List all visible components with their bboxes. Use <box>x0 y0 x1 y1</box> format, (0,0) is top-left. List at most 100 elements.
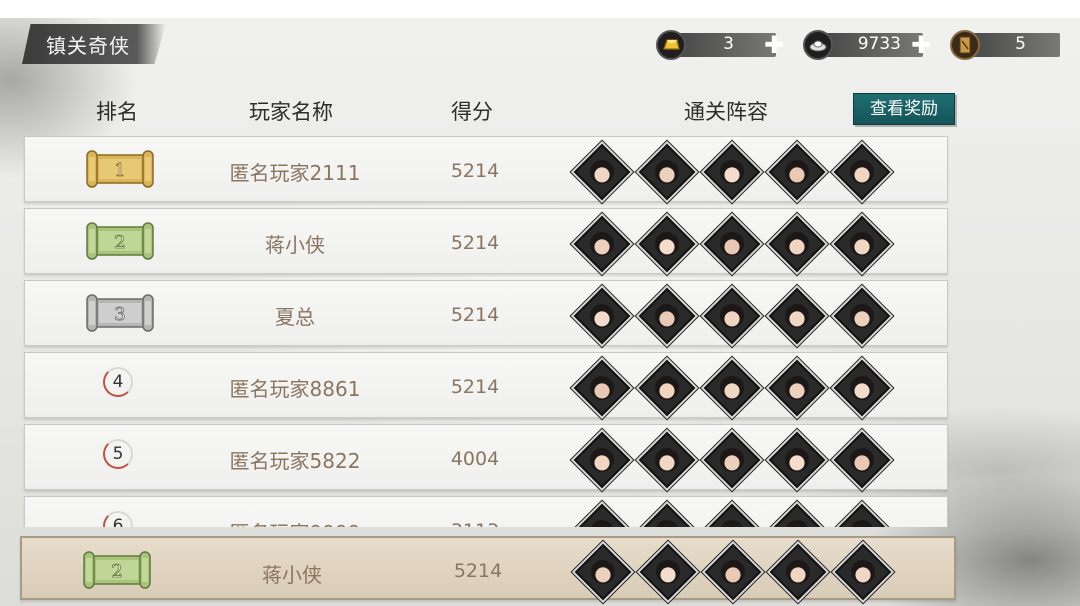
hero-portrait-icon[interactable] <box>833 503 891 527</box>
hero-portrait-icon[interactable] <box>574 543 632 601</box>
page-title: 镇关奇侠 <box>46 34 130 58</box>
hero-portrait-icon[interactable] <box>638 503 696 527</box>
scroll-token-icon <box>950 30 980 60</box>
player-name: 匿名玩家9999 <box>205 517 385 527</box>
hero-portrait-icon[interactable] <box>833 359 891 417</box>
hero-portrait-icon[interactable] <box>573 215 631 273</box>
rank-number: 2 <box>114 232 125 253</box>
gold-ingot-icon <box>656 30 686 60</box>
player-name: 匿名玩家5822 <box>229 449 361 473</box>
rank-scroll-icon: 2 <box>82 548 152 592</box>
hero-portrait-icon[interactable] <box>769 543 827 601</box>
currency-token: 5 <box>950 30 1060 60</box>
hero-portrait-icon[interactable] <box>639 543 697 601</box>
rank-number: 2 <box>111 561 122 582</box>
token-value: 5 <box>1015 34 1026 54</box>
scroll-shape: 2 <box>83 551 151 589</box>
hero-portrait-icon[interactable] <box>768 215 826 273</box>
hero-portrait-icon[interactable] <box>704 543 762 601</box>
hero-portrait-icon[interactable] <box>573 287 631 345</box>
hero-lineup <box>573 503 913 527</box>
hero-portrait-icon[interactable] <box>638 143 696 201</box>
add-gold-button[interactable]: ✚ <box>762 33 786 57</box>
scroll-shape: 1 <box>86 150 154 188</box>
hero-lineup <box>573 215 913 273</box>
hero-portrait-icon[interactable] <box>703 503 761 527</box>
hero-lineup <box>574 543 914 601</box>
hero-portrait-icon[interactable] <box>768 287 826 345</box>
hero-portrait-icon[interactable] <box>768 359 826 417</box>
hero-portrait-icon[interactable] <box>638 215 696 273</box>
my-rank-row[interactable]: 2 蒋小侠 5214 <box>20 536 956 601</box>
gold-value: 3 <box>723 34 734 54</box>
rank-scroll-icon: 3 <box>85 291 155 335</box>
player-score: 4004 <box>450 448 500 470</box>
hero-portrait-icon[interactable] <box>573 503 631 527</box>
column-header-name: 玩家名称 <box>249 100 333 124</box>
scroll-shape: 3 <box>86 294 154 332</box>
table-row[interactable]: 4 匿名玩家8861 5214 <box>24 352 948 418</box>
column-header-rank: 排名 <box>96 100 138 124</box>
rank-number: 5 <box>103 439 133 469</box>
hero-portrait-icon[interactable] <box>703 143 761 201</box>
player-score: 5214 <box>450 232 500 254</box>
hero-portrait-icon[interactable] <box>833 143 891 201</box>
hero-portrait-icon[interactable] <box>768 431 826 489</box>
add-silver-button[interactable]: ✚ <box>909 33 933 57</box>
table-row[interactable]: 3 夏总 5214 <box>24 280 948 346</box>
rank-scroll-icon: 1 <box>85 147 155 191</box>
table-row[interactable]: 1 匿名玩家2111 5214 <box>24 136 948 202</box>
rank-badge: 6 <box>85 507 155 527</box>
hero-portrait-icon[interactable] <box>573 359 631 417</box>
view-rewards-button[interactable]: 查看奖励 <box>853 93 955 125</box>
scroll-shape: 2 <box>86 222 154 260</box>
table-row[interactable]: 2 蒋小侠 5214 <box>24 208 948 274</box>
player-score: 5214 <box>450 376 500 398</box>
hero-lineup <box>573 143 913 201</box>
player-name: 匿名玩家8861 <box>229 377 361 401</box>
table-row[interactable]: 6 匿名玩家9999 3113 <box>24 496 948 527</box>
hero-portrait-icon[interactable] <box>703 431 761 489</box>
rank-badge: 4 <box>85 363 155 407</box>
currency-silver: 9733 ✚ <box>803 30 937 60</box>
ranking-list[interactable]: 1 匿名玩家2111 5214 2 蒋小侠 5214 3 夏总 5214 4 匿… <box>0 134 1080 527</box>
hero-portrait-icon[interactable] <box>573 431 631 489</box>
player-name: 夏总 <box>275 305 315 329</box>
rank-number: 1 <box>114 160 125 181</box>
column-header-score: 得分 <box>451 100 493 124</box>
table-row[interactable]: 5 匿名玩家5822 4004 <box>24 424 948 490</box>
rank-scroll-icon: 2 <box>85 219 155 263</box>
player-score: 3113 <box>435 520 515 527</box>
hero-portrait-icon[interactable] <box>703 287 761 345</box>
hero-portrait-icon[interactable] <box>833 431 891 489</box>
player-name: 蒋小侠 <box>265 233 325 257</box>
hero-portrait-icon[interactable] <box>638 431 696 489</box>
rank-number: 6 <box>103 511 133 527</box>
rank-number: 3 <box>114 304 125 325</box>
hero-portrait-icon[interactable] <box>573 143 631 201</box>
hero-portrait-icon[interactable] <box>638 359 696 417</box>
hero-portrait-icon[interactable] <box>834 543 892 601</box>
top-strip <box>0 0 1080 18</box>
player-score: 5214 <box>450 304 500 326</box>
silver-value: 9733 <box>857 34 901 54</box>
hero-lineup <box>573 359 913 417</box>
hero-portrait-icon[interactable] <box>703 359 761 417</box>
hero-portrait-icon[interactable] <box>833 287 891 345</box>
hero-portrait-icon[interactable] <box>638 287 696 345</box>
hero-portrait-icon[interactable] <box>768 143 826 201</box>
rank-badge: 5 <box>85 435 155 479</box>
currency-gold: 3 ✚ <box>656 30 790 60</box>
hero-lineup <box>573 431 913 489</box>
player-score: 5214 <box>453 560 503 582</box>
silver-ingot-icon <box>803 30 833 60</box>
hero-portrait-icon[interactable] <box>833 215 891 273</box>
column-header-lineup: 通关阵容 <box>684 100 768 124</box>
player-score: 5214 <box>450 160 500 182</box>
hero-lineup <box>573 287 913 345</box>
hero-portrait-icon[interactable] <box>703 215 761 273</box>
player-name: 匿名玩家2111 <box>229 161 361 185</box>
hero-portrait-icon[interactable] <box>768 503 826 527</box>
player-name: 蒋小侠 <box>262 563 322 587</box>
rank-number: 4 <box>103 367 133 397</box>
